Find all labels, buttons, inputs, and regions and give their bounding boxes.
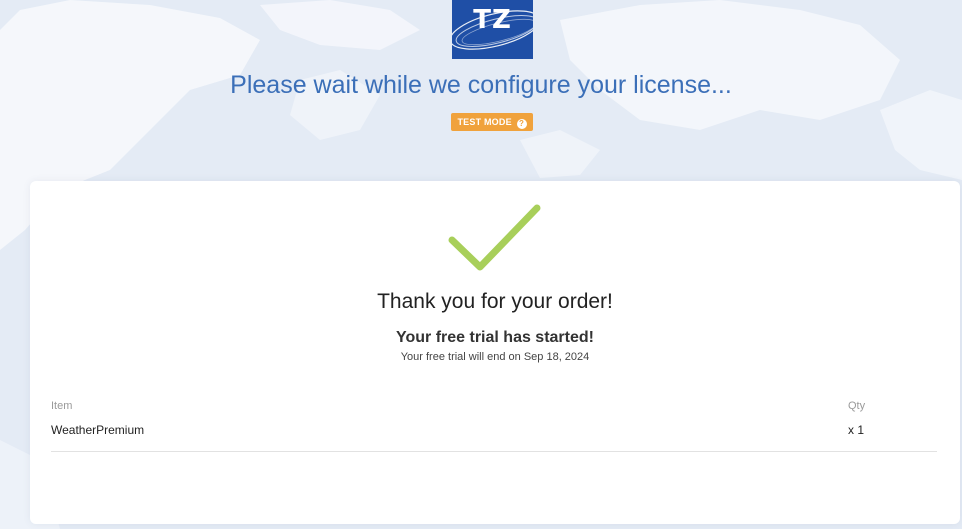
test-mode-badge[interactable]: TEST MODE ? xyxy=(451,113,533,131)
page-title: Please wait while we configure your lice… xyxy=(230,71,732,99)
question-circle-icon[interactable]: ? xyxy=(516,119,527,129)
tz-logo: TZ xyxy=(452,0,533,59)
table-row-item-name: WeatherPremium xyxy=(51,423,145,437)
confirmation-title: Thank you for your order! xyxy=(377,290,613,313)
trial-started-heading: Your free trial has started! xyxy=(396,329,594,346)
check-icon xyxy=(448,204,541,271)
column-header-qty: Qty xyxy=(848,400,866,412)
logo-text: TZ xyxy=(473,5,512,35)
order-confirmation-card: Thank you for your order! Your free tria… xyxy=(30,181,960,524)
column-header-item: Item xyxy=(51,400,73,412)
table-row-quantity: x 1 xyxy=(848,423,865,437)
test-mode-label: TEST MODE xyxy=(457,117,512,127)
table-divider xyxy=(51,451,937,452)
trial-end-date: Your free trial will end on Sep 18, 2024 xyxy=(400,351,590,363)
